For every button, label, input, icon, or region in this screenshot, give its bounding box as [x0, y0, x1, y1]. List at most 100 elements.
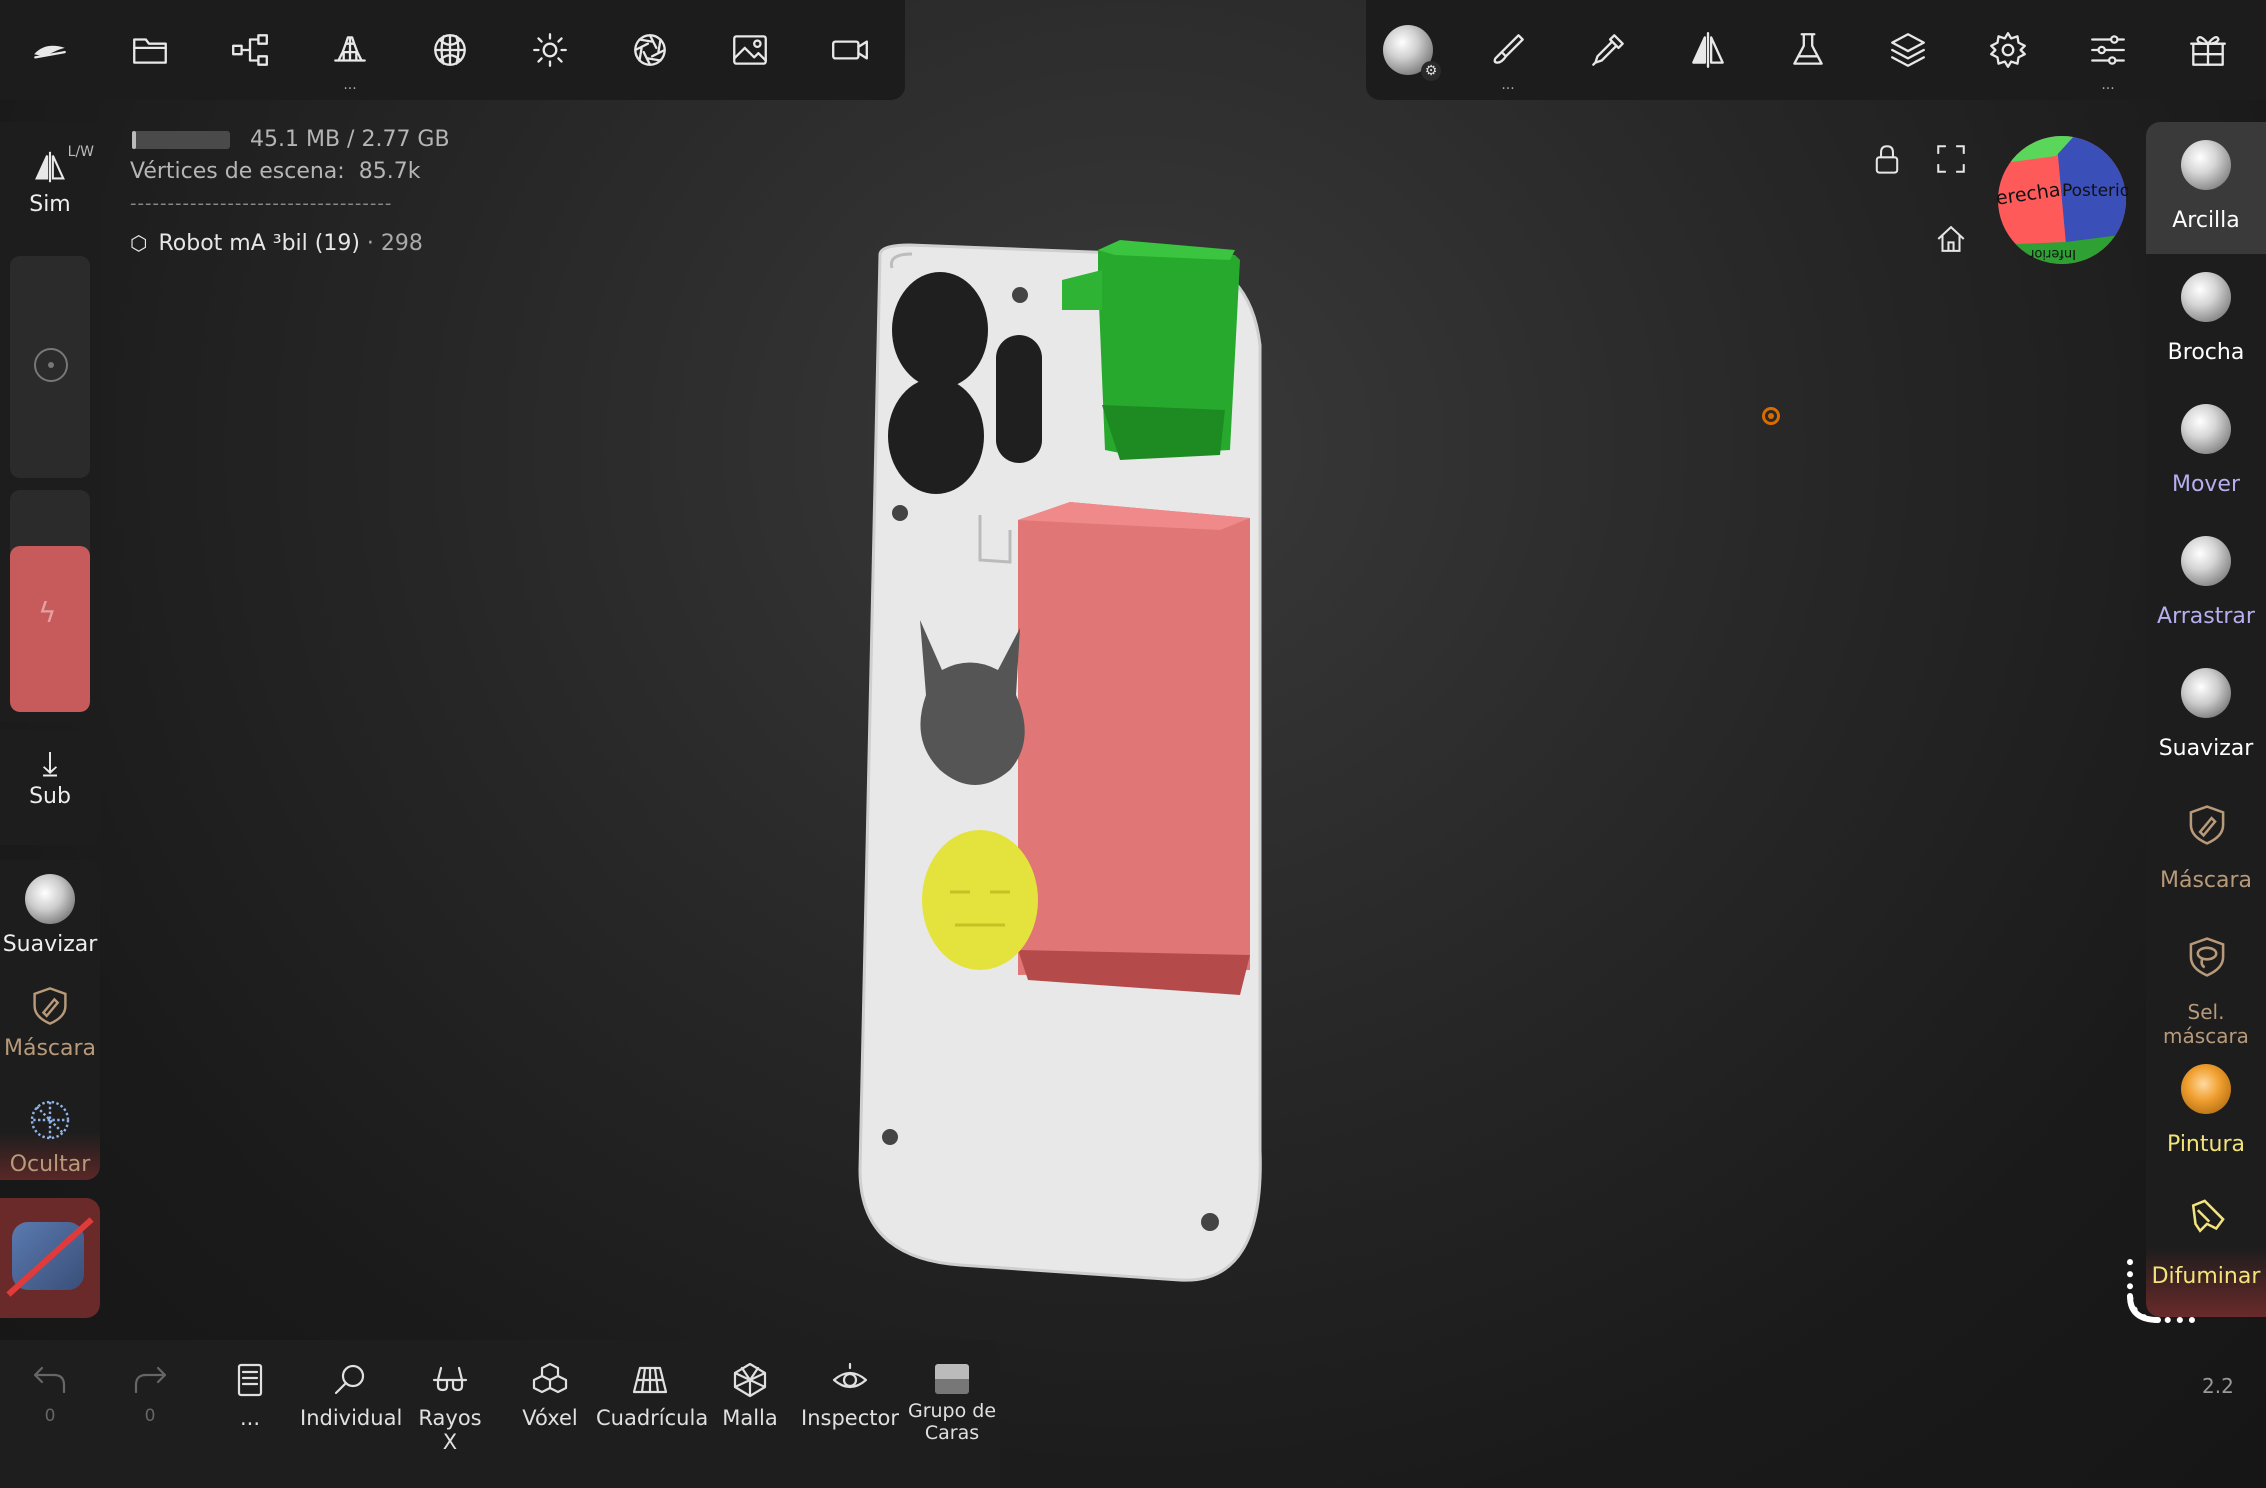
- settings-gear-icon[interactable]: [1978, 20, 2038, 80]
- wireframe-button[interactable]: Malla: [710, 1360, 790, 1430]
- orientation-gizmo[interactable]: Derecha Posterior Inferior: [1996, 134, 2128, 266]
- panel-resize-handle[interactable]: [2120, 1256, 2200, 1336]
- gift-icon[interactable]: [2178, 20, 2238, 80]
- memory-bar: [132, 131, 230, 149]
- smooth-label: Suavizar: [2, 932, 98, 957]
- lightning-icon: ϟ: [38, 596, 57, 629]
- symmetry-toggle[interactable]: L/W Sim: [0, 132, 100, 232]
- xray-glasses-icon: [432, 1366, 468, 1392]
- flask-icon[interactable]: [1778, 20, 1838, 80]
- paint-brush-icon[interactable]: ...: [1478, 20, 1538, 92]
- smudge-finger-icon: [2191, 1199, 2225, 1233]
- tool-label: Mover: [2171, 472, 2241, 497]
- top-toolbar-right: ⚙ ... ...: [1366, 0, 2266, 100]
- right-tool-panel: Arcilla Brocha Mover Arrastrar Suavizar …: [2146, 122, 2266, 1317]
- eyedropper-icon[interactable]: [1578, 20, 1638, 80]
- tool-label: Sel. máscara: [2163, 1000, 2249, 1048]
- solo-button[interactable]: Individual: [300, 1360, 403, 1430]
- grid-button[interactable]: Cuadrícula: [596, 1360, 708, 1430]
- more-indicator: ...: [343, 77, 357, 93]
- arrow-down-icon: ⤓: [42, 744, 58, 784]
- separator: -----------------------------------: [130, 193, 393, 214]
- mask-shield-icon: [2189, 805, 2225, 845]
- tool-mask[interactable]: Máscara: [2146, 782, 2266, 914]
- scene-graph-icon[interactable]: [220, 20, 280, 80]
- camera-hole-bottom: [888, 378, 984, 494]
- hide-quick-button[interactable]: Ocultar: [0, 1092, 100, 1180]
- tool-clay[interactable]: Arcilla: [2146, 122, 2266, 254]
- smooth-quick-button[interactable]: Suavizar: [0, 860, 100, 970]
- active-object[interactable]: ⬡ Robot mA ³bil (19) · 298: [130, 231, 423, 256]
- brush-sphere-icon: [2181, 272, 2231, 322]
- tool-select-mask[interactable]: Sel. máscara: [2146, 914, 2266, 1048]
- item-label: Inspector: [801, 1406, 899, 1430]
- item-label: Individual: [300, 1406, 403, 1430]
- redo-button[interactable]: 0: [122, 1360, 178, 1426]
- light-icon[interactable]: [520, 20, 580, 80]
- subdivide-button[interactable]: ⤓ Sub: [0, 730, 100, 845]
- intensity-slider[interactable]: ϟ: [10, 490, 90, 712]
- voxel-cubes-icon: [532, 1362, 568, 1394]
- bottom-toolbar: 0 0 ... Individual Rayos X Vóxel Cuadríc…: [0, 1340, 1000, 1488]
- symmetry-icon[interactable]: [1678, 20, 1738, 80]
- tool-label: Pintura: [2167, 1132, 2245, 1157]
- redo-icon: [134, 1366, 167, 1394]
- more-indicator: ...: [1501, 77, 1515, 93]
- home-icon[interactable]: [1934, 222, 1970, 258]
- material-sphere-icon[interactable]: [420, 20, 480, 80]
- camera-hole-top: [892, 272, 988, 388]
- tool-paint[interactable]: Pintura: [2146, 1046, 2266, 1178]
- item-label: Vóxel: [522, 1406, 578, 1430]
- object-name: Robot mA ³bil (19): [158, 231, 360, 256]
- undo-button[interactable]: 0: [22, 1360, 78, 1426]
- item-label: ...: [239, 1406, 261, 1430]
- wireframe-icon: [733, 1362, 767, 1398]
- tool-drag[interactable]: Arrastrar: [2146, 518, 2266, 650]
- fullscreen-icon[interactable]: [1934, 142, 1970, 178]
- xray-button[interactable]: Rayos X: [410, 1360, 490, 1454]
- mask-quick-button[interactable]: Máscara: [0, 978, 100, 1078]
- item-label: Rayos X: [418, 1406, 482, 1454]
- left-panel-top: L/W Sim ϟ: [0, 122, 100, 722]
- undo-count: 0: [44, 1406, 56, 1426]
- tool-smooth[interactable]: Suavizar: [2146, 650, 2266, 782]
- layers-icon[interactable]: [1878, 20, 1938, 80]
- search-icon: [334, 1364, 365, 1395]
- inspector-button[interactable]: Inspector: [800, 1360, 900, 1430]
- top-toolbar-left: ...: [0, 0, 905, 100]
- clay-sphere-icon: [2181, 140, 2231, 190]
- gizmo-bottom-face: Inferior: [2028, 246, 2076, 261]
- zoom-readout: 2.2: [2202, 1374, 2234, 1398]
- paint-sphere-icon: [2181, 1064, 2231, 1114]
- item-label: Malla: [722, 1406, 778, 1430]
- voxel-button[interactable]: Vóxel: [510, 1360, 590, 1430]
- symmetry-badge: L/W: [67, 144, 94, 160]
- tool-brush[interactable]: Brocha: [2146, 254, 2266, 386]
- scene-vertices: Vértices de escena: 85.7k: [130, 159, 421, 184]
- symmetry-icon: [35, 151, 65, 183]
- image-icon[interactable]: [720, 20, 780, 80]
- facegroup-button[interactable]: Grupo de Caras: [904, 1360, 1000, 1444]
- move-sphere-icon: [2181, 404, 2231, 454]
- video-icon[interactable]: [820, 20, 880, 80]
- tool-move[interactable]: Mover: [2146, 386, 2266, 518]
- gizmo-back-face: Posterior: [2062, 181, 2128, 201]
- nomad-logo-icon[interactable]: [20, 20, 80, 80]
- camera-aperture-icon[interactable]: [620, 20, 680, 80]
- lock-icon[interactable]: [1870, 142, 1906, 178]
- vertices-value: 85.7k: [358, 159, 421, 184]
- tool-label: Arrastrar: [2157, 604, 2255, 629]
- viewport-model[interactable]: [840, 150, 1280, 1300]
- primitives-icon[interactable]: ...: [320, 20, 380, 92]
- mesh-icon: ⬡: [130, 231, 148, 255]
- symmetry-label: Sim: [29, 192, 71, 217]
- vertices-label: Vértices de escena: [130, 159, 338, 184]
- voxel-preview-button[interactable]: [0, 1198, 100, 1318]
- radius-slider[interactable]: [10, 256, 90, 478]
- sliders-icon[interactable]: ...: [2078, 20, 2138, 92]
- mask-label: Máscara: [3, 1036, 97, 1061]
- pivot-marker-icon[interactable]: [1762, 407, 1780, 425]
- folder-icon[interactable]: [120, 20, 180, 80]
- history-button[interactable]: ...: [220, 1360, 280, 1430]
- material-ball-icon[interactable]: ⚙: [1378, 20, 1441, 81]
